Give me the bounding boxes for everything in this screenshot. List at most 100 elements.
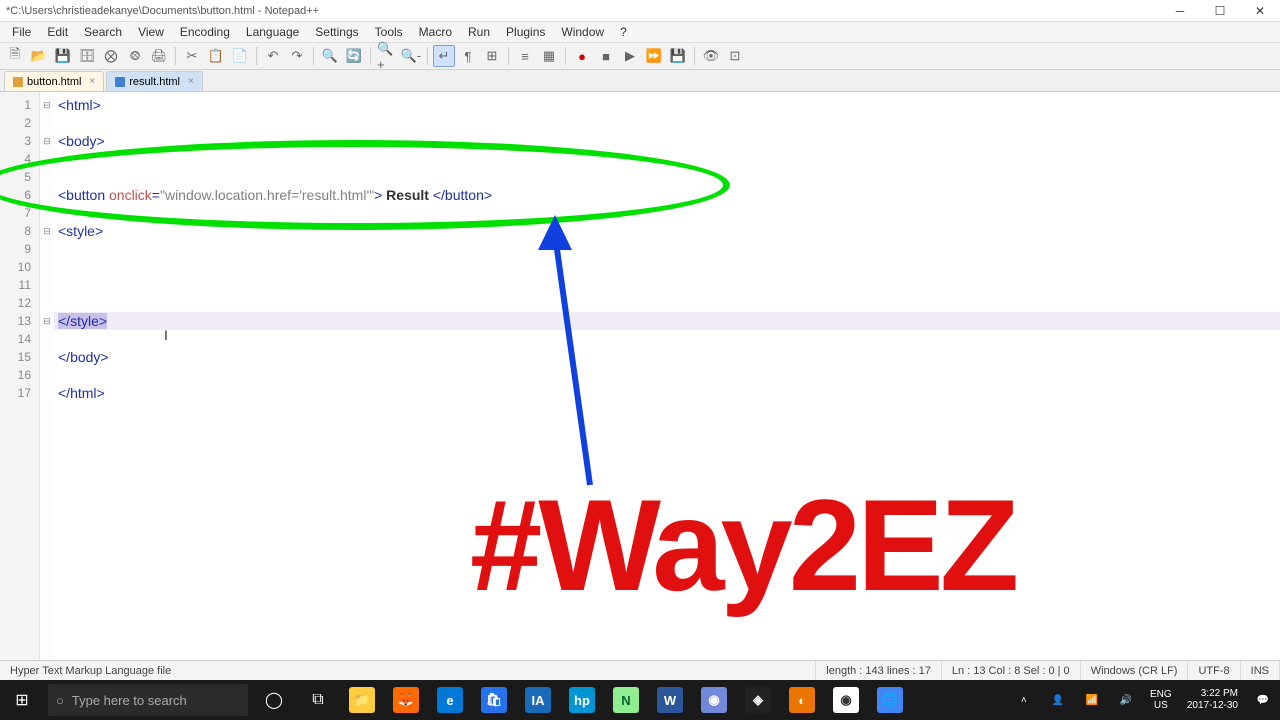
menu-encoding[interactable]: Encoding [172, 25, 238, 39]
toolbar-separator [313, 47, 314, 65]
show-all-chars-icon[interactable]: ¶ [457, 45, 479, 67]
menu-language[interactable]: Language [238, 25, 307, 39]
taskbar-app-browser[interactable]: 🌐 [868, 680, 912, 720]
code-token: Result [382, 187, 433, 203]
code-content[interactable]: <html> <body> <button onclick="window.lo… [54, 92, 1280, 660]
tab-label: result.html [129, 76, 180, 88]
indent-guide-icon[interactable]: ⊞ [481, 45, 503, 67]
tray-clock[interactable]: 3:22 PM2017-12-30 [1179, 688, 1246, 712]
taskbar-app-word[interactable]: W [648, 680, 692, 720]
zoom-in-icon[interactable]: 🔍+ [376, 45, 398, 67]
windows-taskbar: ⊞ ○ Type here to search ◯ ⧉ 📁 🦊 e 🛍 IA h… [0, 680, 1280, 720]
tray-lang[interactable]: ENGUS [1143, 680, 1179, 720]
save-icon[interactable]: 💾 [52, 45, 74, 67]
menu-plugins[interactable]: Plugins [498, 25, 553, 39]
toolbar-separator [256, 47, 257, 65]
taskbar-app-notepadpp[interactable]: N [604, 680, 648, 720]
taskbar-search[interactable]: ○ Type here to search [48, 684, 248, 716]
print-icon[interactable]: 🖨 [148, 45, 170, 67]
status-length: length : 143 lines : 17 [816, 661, 942, 680]
menu-run[interactable]: Run [460, 25, 498, 39]
close-button[interactable]: ✕ [1240, 0, 1280, 22]
code-token: = [152, 187, 160, 203]
tray-wifi-icon[interactable]: 📶 [1075, 680, 1109, 720]
tray-up-icon[interactable]: ˄ [1007, 680, 1041, 720]
file-icon [13, 77, 23, 87]
doc-map-icon[interactable]: ▦ [538, 45, 560, 67]
play-multi-icon[interactable]: ⏩ [643, 45, 665, 67]
code-editor[interactable]: 1234 5678 9101112 13141516 17 ⊟⊟ ⊟⊟ <htm… [0, 92, 1280, 660]
open-file-icon[interactable]: 📂 [28, 45, 50, 67]
window-titlebar: *C:\Users\christieadekanye\Documents\but… [0, 0, 1280, 22]
search-placeholder: Type here to search [72, 693, 187, 708]
close-all-icon[interactable]: ⨷ [124, 45, 146, 67]
taskbar-app-firefox[interactable]: 🦊 [384, 680, 428, 720]
search-icon: ○ [56, 693, 64, 708]
monitor-icon[interactable]: 👁 [700, 45, 722, 67]
toolbar: 🗎 📂 💾 🗄 ⨂ ⨷ 🖨 ✂ 📋 📄 ↶ ↷ 🔍 🔄 🔍+ 🔍- ↵ ¶ ⊞ … [0, 42, 1280, 70]
code-line: </body> [58, 349, 109, 365]
zoom-out-icon[interactable]: 🔍- [400, 45, 422, 67]
code-token: onclick [109, 187, 152, 203]
code-line: <html> [58, 97, 101, 113]
start-button[interactable]: ⊞ [0, 680, 44, 720]
menu-help[interactable]: ? [612, 25, 635, 39]
find-icon[interactable]: 🔍 [319, 45, 341, 67]
menu-view[interactable]: View [130, 25, 172, 39]
replace-icon[interactable]: 🔄 [343, 45, 365, 67]
tab-button-html[interactable]: button.html × [4, 71, 104, 91]
task-view-icon[interactable]: ⧉ [296, 680, 340, 720]
system-tray: ˄ 👤 📶 🔊 ENGUS 3:22 PM2017-12-30 💬 [1007, 680, 1280, 720]
status-filetype: Hyper Text Markup Language file [0, 661, 816, 680]
stop-macro-icon[interactable]: ■ [595, 45, 617, 67]
menu-window[interactable]: Window [553, 25, 612, 39]
tab-label: button.html [27, 76, 81, 88]
cortana-icon[interactable]: ◯ [252, 680, 296, 720]
paste-icon[interactable]: 📄 [229, 45, 251, 67]
minimize-button[interactable]: ─ [1160, 0, 1200, 22]
record-macro-icon[interactable]: ● [571, 45, 593, 67]
save-all-icon[interactable]: 🗄 [76, 45, 98, 67]
status-eol: Windows (CR LF) [1081, 661, 1189, 680]
copy-icon[interactable]: 📋 [205, 45, 227, 67]
wordwrap-icon[interactable]: ↵ [433, 45, 455, 67]
status-position: Ln : 13 Col : 8 Sel : 0 | 0 [942, 661, 1081, 680]
taskbar-app-discord[interactable]: ◉ [692, 680, 736, 720]
toolbar-separator [694, 47, 695, 65]
toolbar-separator [508, 47, 509, 65]
tab-close-icon[interactable]: × [89, 76, 95, 87]
taskbar-app-unity[interactable]: ◈ [736, 680, 780, 720]
menu-edit[interactable]: Edit [39, 25, 76, 39]
show-hidden-icon[interactable]: ⊡ [724, 45, 746, 67]
menu-tools[interactable]: Tools [367, 25, 411, 39]
tab-close-icon[interactable]: × [188, 76, 194, 87]
menu-search[interactable]: Search [76, 25, 130, 39]
menu-macro[interactable]: Macro [411, 25, 460, 39]
function-list-icon[interactable]: ≡ [514, 45, 536, 67]
taskbar-app-hp[interactable]: hp [560, 680, 604, 720]
cut-icon[interactable]: ✂ [181, 45, 203, 67]
line-number-gutter: 1234 5678 9101112 13141516 17 [0, 92, 40, 660]
tab-result-html[interactable]: result.html × [106, 71, 203, 91]
taskbar-app-chrome[interactable]: ◉ [824, 680, 868, 720]
tray-notifications-icon[interactable]: 💬 [1246, 680, 1280, 720]
new-file-icon[interactable]: 🗎 [4, 45, 26, 67]
menu-bar: File Edit Search View Encoding Language … [0, 22, 1280, 42]
maximize-button[interactable]: ☐ [1200, 0, 1240, 22]
menu-settings[interactable]: Settings [307, 25, 366, 39]
close-file-icon[interactable]: ⨂ [100, 45, 122, 67]
tray-volume-icon[interactable]: 🔊 [1109, 680, 1143, 720]
taskbar-app-edge[interactable]: e [428, 680, 472, 720]
play-macro-icon[interactable]: ▶ [619, 45, 641, 67]
menu-file[interactable]: File [4, 25, 39, 39]
tray-people-icon[interactable]: 👤 [1041, 680, 1075, 720]
file-icon [115, 77, 125, 87]
taskbar-app-blender[interactable]: ◐ [780, 680, 824, 720]
redo-icon[interactable]: ↷ [286, 45, 308, 67]
code-token: <button [58, 187, 109, 203]
undo-icon[interactable]: ↶ [262, 45, 284, 67]
save-macro-icon[interactable]: 💾 [667, 45, 689, 67]
taskbar-app-explorer[interactable]: 📁 [340, 680, 384, 720]
taskbar-app-store[interactable]: 🛍 [472, 680, 516, 720]
taskbar-app-ia[interactable]: IA [516, 680, 560, 720]
